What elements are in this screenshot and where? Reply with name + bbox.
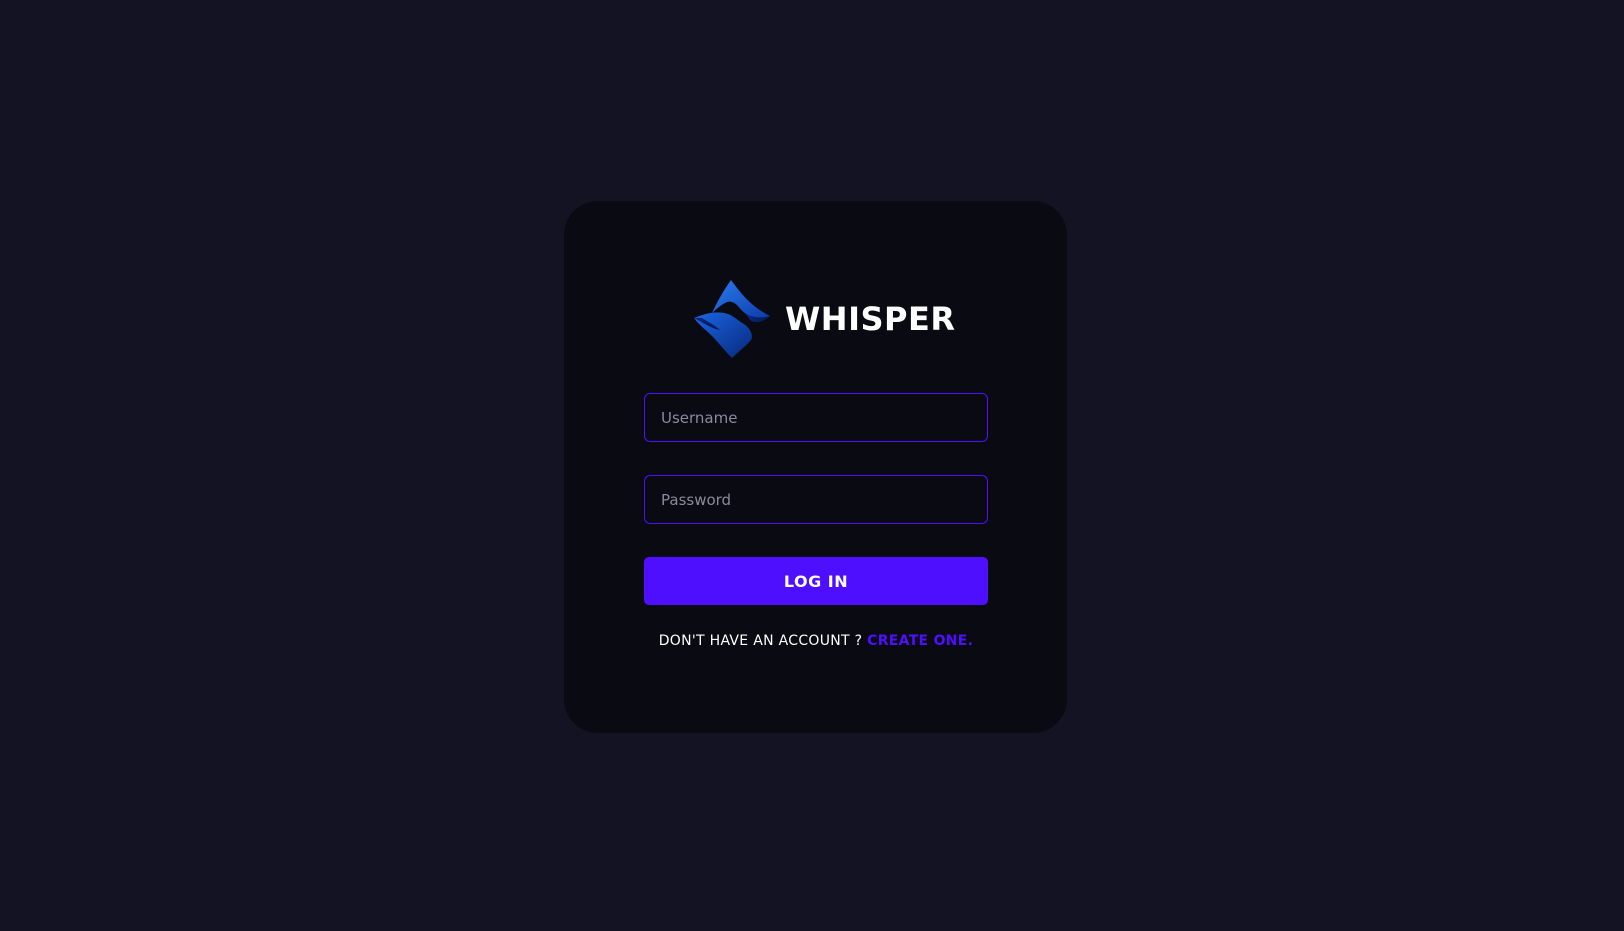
- whisper-logo-icon: [694, 280, 770, 358]
- login-card: WHISPER LOG IN DON'T HAVE AN ACCOUNT ? C…: [564, 201, 1067, 733]
- brand: WHISPER: [694, 280, 955, 358]
- login-button[interactable]: LOG IN: [644, 557, 988, 605]
- username-input[interactable]: [644, 393, 988, 442]
- signup-prompt: DON'T HAVE AN ACCOUNT ? CREATE ONE.: [644, 633, 988, 649]
- signup-prompt-text: DON'T HAVE AN ACCOUNT ?: [658, 633, 868, 649]
- app-name: WHISPER: [785, 300, 956, 338]
- password-input[interactable]: [644, 475, 988, 524]
- create-account-link[interactable]: CREATE ONE.: [867, 633, 973, 649]
